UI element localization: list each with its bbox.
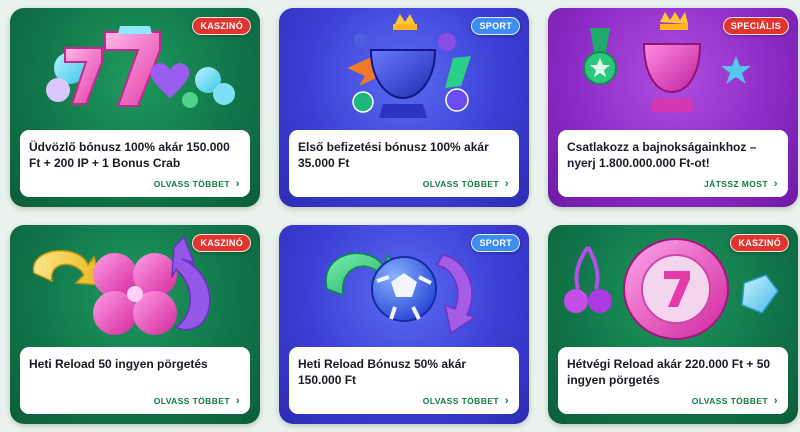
chevron-right-icon: ›	[773, 395, 778, 407]
promo-title: Hétvégi Reload akár 220.000 Ft + 50 ingy…	[567, 357, 771, 387]
promo-info-panel: Csatlakozz a bajnokságainkhoz – nyerj 1.…	[558, 130, 788, 197]
category-badge: SPECIÁLIS	[722, 17, 789, 35]
read-more-link[interactable]: OLVASS TÖBBET ›	[422, 395, 509, 407]
promo-info-panel: Heti Reload Bónusz 50% akár 150.000 Ft O…	[289, 347, 519, 414]
chevron-right-icon: ›	[773, 178, 778, 190]
cta-label: OLVASS TÖBBET	[422, 179, 499, 189]
promo-card-casino-welcome[interactable]: KASZINÓ Üdvözlő bónusz 100% akár 150.000…	[10, 8, 260, 207]
promo-info-panel: Hétvégi Reload akár 220.000 Ft + 50 ingy…	[558, 347, 788, 414]
chevron-right-icon: ›	[235, 178, 240, 190]
cta-label: JÁTSSZ MOST	[704, 179, 768, 189]
promo-card-sport-first-deposit[interactable]: SPORT Első befizetési bónusz 100% akár 3…	[279, 8, 529, 207]
category-badge: KASZINÓ	[730, 234, 789, 252]
promo-info-panel: Heti Reload 50 ingyen pörgetés OLVASS TÖ…	[20, 347, 250, 414]
read-more-link[interactable]: OLVASS TÖBBET ›	[422, 178, 509, 190]
cta-label: OLVASS TÖBBET	[691, 396, 768, 406]
read-more-link[interactable]: OLVASS TÖBBET ›	[153, 178, 240, 190]
cta-label: OLVASS TÖBBET	[153, 179, 230, 189]
read-more-link[interactable]: OLVASS TÖBBET ›	[153, 395, 240, 407]
category-badge: SPORT	[471, 17, 520, 35]
category-badge: KASZINÓ	[192, 234, 251, 252]
promotions-grid: KASZINÓ Üdvözlő bónusz 100% akár 150.000…	[10, 8, 798, 424]
promo-title: Heti Reload 50 ingyen pörgetés	[29, 357, 208, 371]
chevron-right-icon: ›	[504, 178, 509, 190]
promo-card-casino-weekend-reload[interactable]: KASZINÓ Hétvégi Reload akár 220.000 Ft +…	[548, 225, 798, 424]
read-more-link[interactable]: OLVASS TÖBBET ›	[691, 395, 778, 407]
promo-card-casino-weekly-reload[interactable]: KASZINÓ Heti Reload 50 ingyen pörgetés O…	[10, 225, 260, 424]
chevron-right-icon: ›	[504, 395, 509, 407]
promo-info-panel: Első befizetési bónusz 100% akár 35.000 …	[289, 130, 519, 197]
play-now-link[interactable]: JÁTSSZ MOST ›	[704, 178, 778, 190]
promo-card-sport-weekly-reload[interactable]: SPORT Heti Reload Bónusz 50% akár 150.00…	[279, 225, 529, 424]
promo-title: Heti Reload Bónusz 50% akár 150.000 Ft	[298, 357, 467, 387]
cta-label: OLVASS TÖBBET	[422, 396, 499, 406]
chevron-right-icon: ›	[235, 395, 240, 407]
promo-title: Csatlakozz a bajnokságainkhoz – nyerj 1.…	[567, 140, 757, 170]
cta-label: OLVASS TÖBBET	[153, 396, 230, 406]
category-badge: KASZINÓ	[192, 17, 251, 35]
promo-title: Első befizetési bónusz 100% akár 35.000 …	[298, 140, 489, 170]
category-badge: SPORT	[471, 234, 520, 252]
promo-title: Üdvözlő bónusz 100% akár 150.000 Ft + 20…	[29, 140, 230, 170]
promo-info-panel: Üdvözlő bónusz 100% akár 150.000 Ft + 20…	[20, 130, 250, 197]
promo-card-special-tournaments[interactable]: SPECIÁLIS Csatlakozz a bajnokságainkhoz …	[548, 8, 798, 207]
